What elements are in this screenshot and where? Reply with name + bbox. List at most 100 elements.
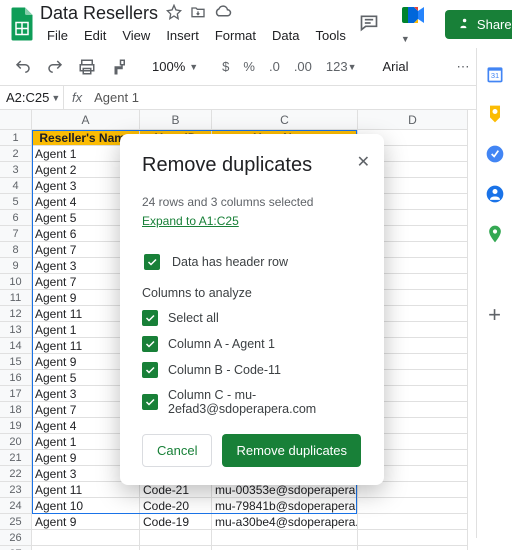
row-header-18[interactable]: 18: [0, 402, 32, 418]
keep-icon[interactable]: [485, 104, 505, 124]
cell-d24[interactable]: [358, 498, 468, 514]
row-header-3[interactable]: 3: [0, 162, 32, 178]
cell-c25[interactable]: mu-a30be4@sdoperapera.com: [212, 514, 358, 530]
cell-d25[interactable]: [358, 514, 468, 530]
row-header-24[interactable]: 24: [0, 498, 32, 514]
paint-format-icon[interactable]: [104, 52, 134, 82]
select-all-checkbox[interactable]: [142, 310, 158, 326]
move-icon[interactable]: [190, 4, 206, 23]
select-all-label: Select all: [168, 311, 219, 325]
menu-data[interactable]: Data: [265, 26, 306, 45]
close-icon[interactable]: ✕: [357, 152, 370, 172]
cell-a26[interactable]: [32, 530, 140, 546]
row-header-19[interactable]: 19: [0, 418, 32, 434]
formula-bar[interactable]: Agent 1: [90, 90, 139, 105]
row-header-22[interactable]: 22: [0, 466, 32, 482]
col-header-D[interactable]: D: [358, 110, 468, 130]
row-header-25[interactable]: 25: [0, 514, 32, 530]
doc-title[interactable]: Data Resellers: [40, 3, 158, 24]
row-header-11[interactable]: 11: [0, 290, 32, 306]
cell-c27[interactable]: [212, 546, 358, 550]
row-header-23[interactable]: 23: [0, 482, 32, 498]
col-header-A[interactable]: A: [32, 110, 140, 130]
cell-a23[interactable]: Agent 11: [32, 482, 140, 498]
calendar-icon[interactable]: 31: [485, 64, 505, 84]
comments-icon[interactable]: [353, 7, 385, 42]
cell-a25[interactable]: Agent 9: [32, 514, 140, 530]
row-header-15[interactable]: 15: [0, 354, 32, 370]
row-header-2[interactable]: 2: [0, 146, 32, 162]
menu-view[interactable]: View: [115, 26, 157, 45]
share-button[interactable]: Share: [445, 10, 512, 39]
row-header-20[interactable]: 20: [0, 434, 32, 450]
increase-decimal-icon[interactable]: .00: [288, 53, 318, 80]
contacts-icon[interactable]: [485, 184, 505, 204]
row-header-10[interactable]: 10: [0, 274, 32, 290]
share-label: Share: [477, 17, 512, 32]
corner[interactable]: [0, 110, 32, 130]
undo-icon[interactable]: [8, 52, 38, 82]
row-header-6[interactable]: 6: [0, 210, 32, 226]
cell-c26[interactable]: [212, 530, 358, 546]
header-row-label: Data has header row: [172, 255, 288, 269]
row-header-13[interactable]: 13: [0, 322, 32, 338]
column-a-checkbox[interactable]: [142, 336, 158, 352]
cloud-status-icon[interactable]: [214, 5, 232, 22]
sheets-logo[interactable]: [8, 6, 36, 42]
col-header-C[interactable]: C: [212, 110, 358, 130]
row-header-7[interactable]: 7: [0, 226, 32, 242]
row-header-14[interactable]: 14: [0, 338, 32, 354]
row-header-8[interactable]: 8: [0, 242, 32, 258]
expand-link[interactable]: Expand to A1:C25: [142, 214, 239, 228]
row-header-5[interactable]: 5: [0, 194, 32, 210]
addons-plus-icon[interactable]: +: [488, 302, 501, 328]
decrease-decimal-icon[interactable]: .0: [263, 53, 286, 80]
row-header-27[interactable]: 27: [0, 546, 32, 550]
meet-icon[interactable]: ▼: [395, 0, 435, 51]
star-icon[interactable]: [166, 4, 182, 23]
remove-duplicates-button[interactable]: Remove duplicates: [222, 434, 361, 467]
row-header-16[interactable]: 16: [0, 370, 32, 386]
row-header-17[interactable]: 17: [0, 386, 32, 402]
tasks-icon[interactable]: [485, 144, 505, 164]
menu-file[interactable]: File: [40, 26, 75, 45]
format-123[interactable]: 123▼: [320, 53, 363, 80]
cell-b24[interactable]: Code-20: [140, 498, 212, 514]
name-box[interactable]: A2:C25▼: [0, 86, 64, 109]
header-row-checkbox[interactable]: [144, 254, 160, 270]
column-c-checkbox[interactable]: [142, 394, 158, 410]
redo-icon[interactable]: [40, 52, 70, 82]
col-header-B[interactable]: B: [140, 110, 212, 130]
svg-text:31: 31: [490, 71, 498, 80]
row-header-12[interactable]: 12: [0, 306, 32, 322]
analyze-label: Columns to analyze: [142, 286, 362, 300]
cell-a24[interactable]: Agent 10: [32, 498, 140, 514]
cell-d26[interactable]: [358, 530, 468, 546]
dialog-title: Remove duplicates: [142, 154, 362, 177]
zoom-select[interactable]: 100%▼: [146, 55, 204, 78]
currency-icon[interactable]: $: [216, 53, 235, 80]
cell-a27[interactable]: [32, 546, 140, 550]
cell-d27[interactable]: [358, 546, 468, 550]
cell-b26[interactable]: [140, 530, 212, 546]
row-header-9[interactable]: 9: [0, 258, 32, 274]
percent-icon[interactable]: %: [237, 53, 261, 80]
maps-icon[interactable]: [485, 224, 505, 244]
menu-tools[interactable]: Tools: [308, 26, 352, 45]
more-tools-icon[interactable]: ⋯: [451, 53, 476, 81]
menu-edit[interactable]: Edit: [77, 26, 113, 45]
row-header-21[interactable]: 21: [0, 450, 32, 466]
cancel-button[interactable]: Cancel: [142, 434, 212, 467]
menubar: File Edit View Insert Format Data Tools: [40, 26, 353, 45]
font-select[interactable]: Arial: [375, 55, 435, 78]
cell-b27[interactable]: [140, 546, 212, 550]
row-header-4[interactable]: 4: [0, 178, 32, 194]
row-header-1[interactable]: 1: [0, 130, 32, 146]
row-header-26[interactable]: 26: [0, 530, 32, 546]
cell-c24[interactable]: mu-79841b@sdoperapera.com: [212, 498, 358, 514]
print-icon[interactable]: [72, 52, 102, 82]
cell-b25[interactable]: Code-19: [140, 514, 212, 530]
column-b-checkbox[interactable]: [142, 362, 158, 378]
menu-insert[interactable]: Insert: [159, 26, 206, 45]
menu-format[interactable]: Format: [208, 26, 263, 45]
